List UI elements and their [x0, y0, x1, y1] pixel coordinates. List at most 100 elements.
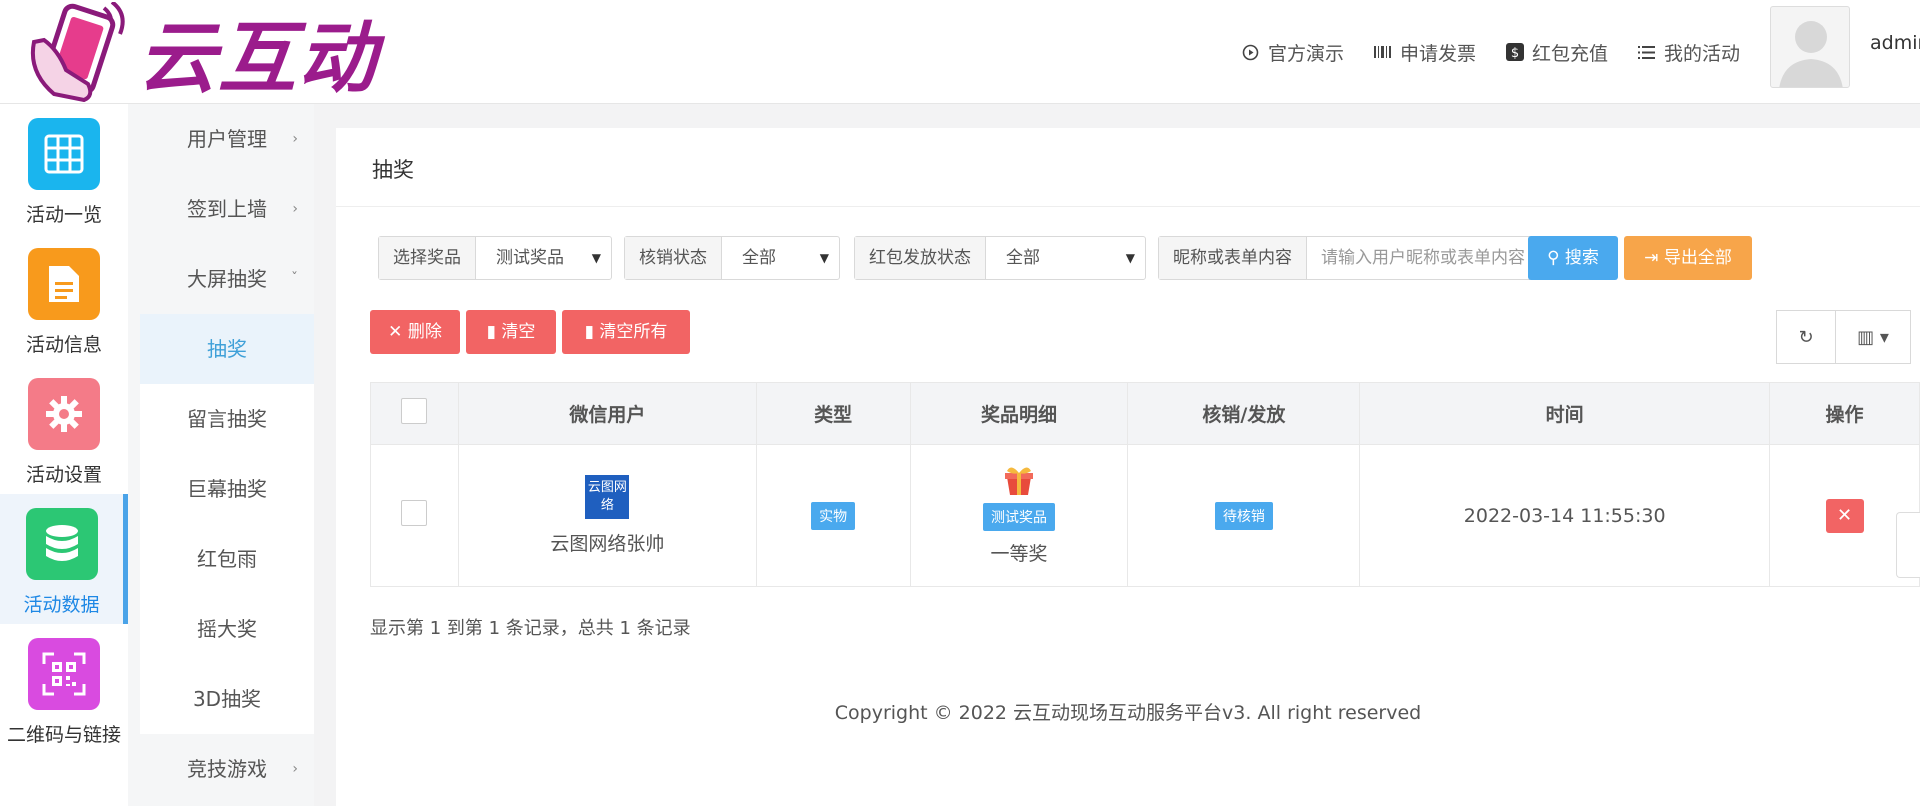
- search-button-label: 搜索: [1564, 248, 1599, 268]
- clear-button[interactable]: ▮ 清空: [466, 310, 556, 354]
- clear-button-label: 清空: [501, 322, 536, 342]
- submenu-item-redpacket-rain[interactable]: 红包雨: [140, 524, 314, 594]
- main-sidebar: 活动一览 活动信息 活动设置 活动数据 二维码与链接: [0, 104, 128, 806]
- grid-icon: [28, 118, 100, 190]
- topnav-redpacket-recharge[interactable]: $ 红包充值: [1505, 39, 1608, 66]
- sidebar-item-activity-info[interactable]: 活动信息: [0, 234, 128, 364]
- export-button-label: 导出全部: [1663, 248, 1732, 268]
- export-all-button[interactable]: ⇥ 导出全部: [1624, 236, 1752, 280]
- top-navigation: 官方演示 申请发票 $ 红包充值 我的活动: [1242, 0, 1740, 104]
- submenu-item-shake-prize[interactable]: 摇大奖: [140, 594, 314, 664]
- submenu-label: 大屏抽奖: [187, 267, 267, 291]
- topnav-invoice[interactable]: 申请发票: [1374, 39, 1476, 66]
- footer-copyright: Copyright © 2022 云互动现场互动服务平台v3. All righ…: [834, 702, 1422, 724]
- submenu-item-checkin-wall[interactable]: 签到上墙 ›: [140, 174, 314, 244]
- column-header: 微信用户: [457, 382, 757, 445]
- brand-name: 云互动: [138, 14, 379, 104]
- username[interactable]: admin: [1870, 32, 1920, 54]
- sidebar-item-activity-settings[interactable]: 活动设置: [0, 364, 128, 494]
- topnav-label: 我的活动: [1663, 42, 1740, 65]
- trash-icon: ▮: [486, 322, 496, 342]
- submenu-item-big-screen-lottery[interactable]: 大屏抽奖 ˇ: [140, 244, 314, 314]
- refresh-button[interactable]: ↻: [1776, 310, 1836, 364]
- sub-navigation: 用户管理 › 签到上墙 › 大屏抽奖 ˇ 抽奖 留言抽奖 巨幕抽奖 红包雨 摇大…: [128, 104, 314, 806]
- submenu-item-3d-lottery[interactable]: 3D抽奖: [140, 664, 314, 734]
- brand-logo[interactable]: 云互动: [24, 0, 378, 104]
- topnav-official-demo[interactable]: 官方演示: [1242, 39, 1344, 66]
- clear-all-button[interactable]: ▮ 清空所有: [562, 310, 690, 354]
- sidebar-item-label: 活动一览: [25, 204, 102, 226]
- chevron-right-icon: ›: [292, 131, 298, 147]
- divider: [336, 206, 1920, 207]
- prize-filter: 选择奖品 测试奖品 ▼: [378, 236, 612, 280]
- submenu-item-competitive-games[interactable]: 竞技游戏 ›: [140, 734, 314, 804]
- submenu-item-giant-screen-lottery[interactable]: 巨幕抽奖: [140, 454, 314, 524]
- type-cell: 实物: [755, 444, 911, 587]
- user-avatar-text: 云图网络: [587, 480, 627, 513]
- close-icon: ✕: [388, 322, 403, 342]
- verify-status-select[interactable]: 全部 ▼: [722, 237, 839, 279]
- search-icon: ⚲: [1547, 248, 1560, 268]
- qrcode-icon: [28, 638, 100, 710]
- pagination-summary: 显示第 1 到第 1 条记录，总共 1 条记录: [370, 618, 691, 639]
- submenu-label: 红包雨: [197, 547, 257, 571]
- caret-down-icon: ▼: [591, 251, 601, 265]
- trash-icon: ▮: [584, 322, 594, 342]
- user-nickname: 云图网络张帅: [550, 533, 665, 555]
- phone-hand-logo-icon: [24, 0, 128, 103]
- sidebar-item-activity-overview[interactable]: 活动一览: [0, 104, 128, 234]
- top-header: 云互动 官方演示 申请发票 $ 红包充值 我的活动 admi: [0, 0, 1920, 104]
- delete-button[interactable]: ✕ 删除: [370, 310, 460, 354]
- select-all-header: [370, 382, 459, 445]
- chevron-down-icon: ˇ: [291, 271, 298, 287]
- chevron-right-icon: ›: [292, 761, 298, 777]
- status-badge: 待核销: [1214, 501, 1273, 530]
- table-row: 云图网络 云图网络张帅 实物 测试奖品 一等奖 待核销 2022-03-14 1…: [370, 444, 1920, 587]
- sidebar-item-label: 活动设置: [25, 464, 102, 486]
- submenu-item-message-lottery[interactable]: 留言抽奖: [140, 384, 314, 454]
- submenu-label: 抽奖: [207, 337, 247, 361]
- topnav-label: 官方演示: [1267, 42, 1344, 65]
- sidebar-item-label: 活动信息: [25, 334, 102, 356]
- topnav-my-activities[interactable]: 我的活动: [1638, 39, 1740, 66]
- keyword-search-input[interactable]: 请输入用户昵称或表单内容: [1307, 237, 1535, 279]
- sidebar-item-label: 活动数据: [23, 594, 100, 616]
- prize-select[interactable]: 测试奖品 ▼: [476, 237, 611, 279]
- dollar-icon: $: [1505, 43, 1524, 61]
- select-all-checkbox[interactable]: [401, 398, 428, 424]
- gear-icon: [28, 378, 100, 450]
- submenu-item-lottery[interactable]: 抽奖: [140, 314, 314, 384]
- prize-filter-label: 选择奖品: [379, 237, 476, 279]
- keyword-filter: 昵称或表单内容 请输入用户昵称或表单内容: [1158, 236, 1536, 280]
- search-button[interactable]: ⚲ 搜索: [1528, 236, 1618, 280]
- verify-status-label: 核销状态: [625, 237, 722, 279]
- refresh-icon: ↻: [1798, 326, 1814, 348]
- clear-all-button-label: 清空所有: [599, 322, 668, 342]
- sidebar-item-activity-data[interactable]: 活动数据: [0, 494, 128, 624]
- redpacket-status-label: 红包发放状态: [855, 237, 986, 279]
- document-icon: [28, 248, 100, 320]
- submenu-label: 竞技游戏: [187, 757, 267, 781]
- delete-row-button[interactable]: ✕: [1825, 498, 1864, 533]
- submenu-item-user-management[interactable]: 用户管理 ›: [140, 104, 314, 174]
- topnav-label: 红包充值: [1531, 42, 1608, 65]
- caret-down-icon: ▼: [1125, 251, 1135, 265]
- play-circle-icon: [1242, 43, 1260, 61]
- main-content-card: 抽奖 选择奖品 测试奖品 ▼ 核销状态 全部 ▼ 红包发放状态 全部 ▼ 昵称或…: [336, 128, 1920, 806]
- side-panel-tab[interactable]: [1896, 512, 1920, 578]
- column-header: 类型: [755, 382, 911, 445]
- column-header: 时间: [1359, 382, 1771, 445]
- submenu-label: 巨幕抽奖: [187, 477, 267, 501]
- submenu-label: 留言抽奖: [187, 407, 267, 431]
- verify-status-value: 全部: [742, 248, 776, 268]
- time-cell: 2022-03-14 11:55:30: [1359, 444, 1771, 587]
- status-cell: 待核销: [1127, 444, 1361, 587]
- prize-detail-cell: 测试奖品 一等奖: [909, 444, 1129, 587]
- prize-name: 一等奖: [990, 543, 1048, 565]
- row-checkbox[interactable]: [401, 500, 428, 526]
- avatar[interactable]: [1770, 6, 1850, 88]
- database-icon: [25, 508, 98, 580]
- redpacket-status-select[interactable]: 全部 ▼: [986, 237, 1145, 279]
- columns-toggle-button[interactable]: ▥ ▾: [1835, 310, 1911, 364]
- sidebar-item-qrcode-links[interactable]: 二维码与链接: [0, 624, 128, 754]
